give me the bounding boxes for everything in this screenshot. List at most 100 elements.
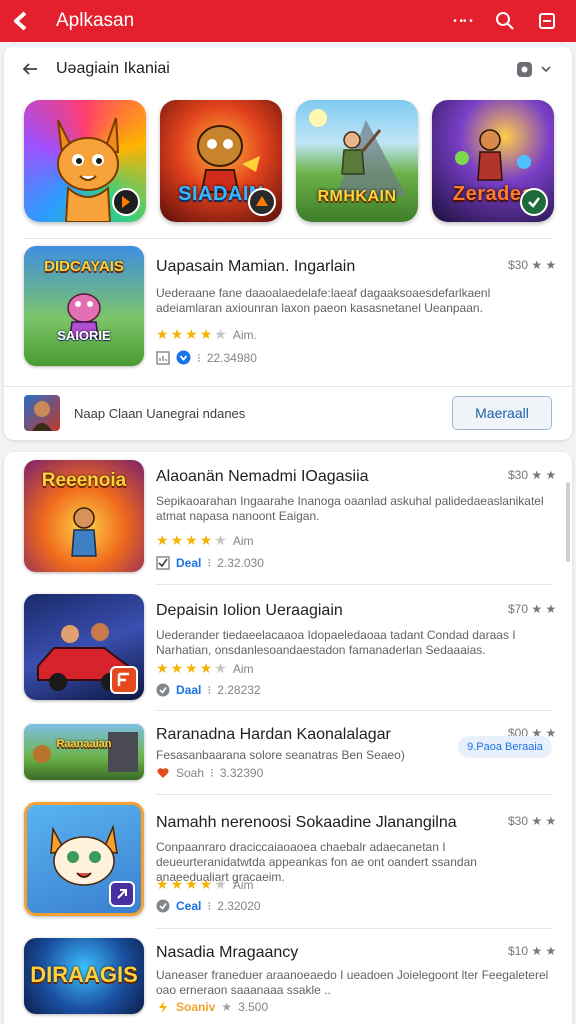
rating-label: Aim. <box>232 327 257 342</box>
featured-card: Uəagiain Ikaniai SIADAIN RMHKAIN Zeradea… <box>4 46 572 440</box>
game-badge-icon <box>112 188 140 216</box>
verified-icon <box>176 350 191 365</box>
featured-game-1[interactable] <box>24 100 146 222</box>
top-app-icon-title: DIDCAYAIS <box>44 258 124 275</box>
app-rating: ★ ★ ★ ★ ★ Aim <box>156 876 253 893</box>
chart-icon <box>156 350 170 365</box>
featured-game-4[interactable]: Zeradea <box>432 100 554 222</box>
app-rating: ★ ★ ★ ★ ★ Aim <box>156 660 253 677</box>
promo-banner: Naap Claan Uanegrai ndanes Maeraall <box>4 386 572 438</box>
back-button[interactable] <box>0 0 44 42</box>
star-icon: ★ <box>214 876 227 892</box>
more-dots-button[interactable]: • •• • <box>442 0 484 42</box>
star-icon: ★ <box>185 876 198 892</box>
app-tag: Soaniv <box>176 1000 216 1014</box>
banner-button[interactable]: Maeraall <box>452 396 552 430</box>
app-bar-title: Aplkasan <box>56 10 135 31</box>
app-tag: Ceal <box>176 899 202 913</box>
divider <box>156 710 552 711</box>
app-bar: Aplkasan • •• • <box>0 0 576 42</box>
app-icon[interactable] <box>24 594 144 700</box>
app-icon-title: DIRAAGIS <box>30 962 138 987</box>
star-icon: ★ <box>156 532 169 548</box>
app-meta-number: 2.32.030 <box>217 556 264 570</box>
star-icon: ★ <box>199 660 213 676</box>
app-price: $70 ★ ★ <box>508 602 557 616</box>
app-price: $30 ★ ★ <box>508 814 557 828</box>
menu-icon <box>539 13 555 29</box>
back-arrow-icon <box>14 11 27 31</box>
app-tag: Soah <box>176 766 205 780</box>
heart-icon <box>157 768 169 778</box>
star-icon: ★ <box>185 532 198 548</box>
divider <box>156 794 552 795</box>
featured-game-3[interactable]: RMHKAIN <box>296 100 418 222</box>
verified-icon <box>156 899 170 913</box>
featured-game-2[interactable]: SIADAIN <box>160 100 282 222</box>
rating-label: Aim <box>232 877 254 892</box>
game-badge-icon <box>109 881 135 907</box>
app-price: $10 ★ ★ <box>508 944 557 958</box>
filter-icon[interactable] <box>517 61 532 77</box>
divider <box>24 238 552 239</box>
top-app-meta: ⁝ 22.34980 <box>156 350 257 365</box>
app-icon-title: Raanaaian <box>56 738 112 750</box>
star-icon: ★ <box>170 326 184 342</box>
divider <box>156 584 552 585</box>
app-list-card: Reeenoia Alaoanän Nemadmi IOagasiia $30 … <box>4 452 572 1024</box>
star-icon: ★ <box>170 532 184 548</box>
avatar <box>24 395 60 431</box>
app-rating: ★ ★ ★ ★ ★ Aim <box>156 532 253 549</box>
chevron-down-icon[interactable] <box>540 63 552 75</box>
app-title[interactable]: Nasadia Mragaancy <box>156 944 298 962</box>
bolt-icon <box>159 1001 167 1013</box>
app-title[interactable]: Depaisin Iolion Ueraagiain <box>156 602 343 620</box>
star-icon: ★ <box>170 660 184 676</box>
featured-game-3-title: RMHKAIN <box>317 188 397 205</box>
app-description: Sepikaoarahan Ingaarahe Inanoga oaanlad … <box>156 494 544 523</box>
install-chip[interactable]: 9.Paoa Beraaia <box>458 736 552 758</box>
app-meta-number: 3.500 <box>238 1000 269 1014</box>
app-tag: Daal <box>176 683 202 697</box>
app-price: $30 ★ ★ <box>508 468 557 482</box>
app-meta: Soah ⁝ 3.32390 <box>156 766 263 780</box>
rating-label: Aim <box>232 661 254 676</box>
check-box-icon <box>156 556 170 570</box>
app-title[interactable]: Raranadna Hardan Kaonalalagar <box>156 726 391 744</box>
app-icon[interactable] <box>24 802 144 916</box>
app-description: Uederander tiedaeelacaaoa Idopaeledaoaa … <box>156 628 516 657</box>
search-button[interactable] <box>484 0 526 42</box>
game-badge-icon <box>110 666 138 694</box>
app-description: Uaneaser franeduer araanoeaedo I ueadoen… <box>156 968 549 997</box>
section-header: Uəagiain Ikaniai <box>4 46 572 92</box>
star-icon: ★ <box>199 532 213 548</box>
menu-button[interactable] <box>526 0 568 42</box>
top-app-title[interactable]: Uapasain Mamian. Ingarlain <box>156 258 355 276</box>
app-meta-number: 2.28232 <box>217 683 261 697</box>
star-icon: ★ <box>214 532 227 548</box>
app-meta: Daal ⁝ 2.28232 <box>156 683 261 697</box>
star-icon: ★ <box>214 326 227 342</box>
meta-separator: ⁝ <box>197 350 201 365</box>
app-title[interactable]: Alaoanän Nemadmi IOagasiia <box>156 468 369 486</box>
star-icon: ★ <box>185 326 198 342</box>
meta-separator: ⁝ <box>207 683 212 697</box>
app-icon-title: Reeenoia <box>41 470 127 491</box>
star-icon: ★ <box>156 876 169 892</box>
top-app-meta-number: 22.34980 <box>206 350 257 365</box>
section-back-button[interactable] <box>4 46 56 92</box>
star-icon: ★ <box>185 660 198 676</box>
star-icon: ★ <box>221 1000 233 1014</box>
app-meta-number: 3.32390 <box>219 766 264 780</box>
game-badge-icon <box>248 188 276 216</box>
top-app-icon[interactable]: DIDCAYAIS SAIORIE <box>24 246 144 366</box>
app-icon[interactable]: Raanaaian <box>24 724 144 780</box>
scrollbar[interactable] <box>566 482 570 562</box>
app-icon[interactable]: DIRAAGIS <box>24 938 144 1014</box>
banner-text: Naap Claan Uanegrai ndanes <box>74 406 246 421</box>
app-title[interactable]: Namahh nerenoosi Sokaadine Jlanangilna <box>156 814 457 832</box>
app-icon[interactable]: Reeenoia <box>24 460 144 572</box>
back-arrow-icon <box>22 63 37 75</box>
app-meta-number: 2.32020 <box>217 899 261 913</box>
star-icon: ★ <box>170 876 184 892</box>
